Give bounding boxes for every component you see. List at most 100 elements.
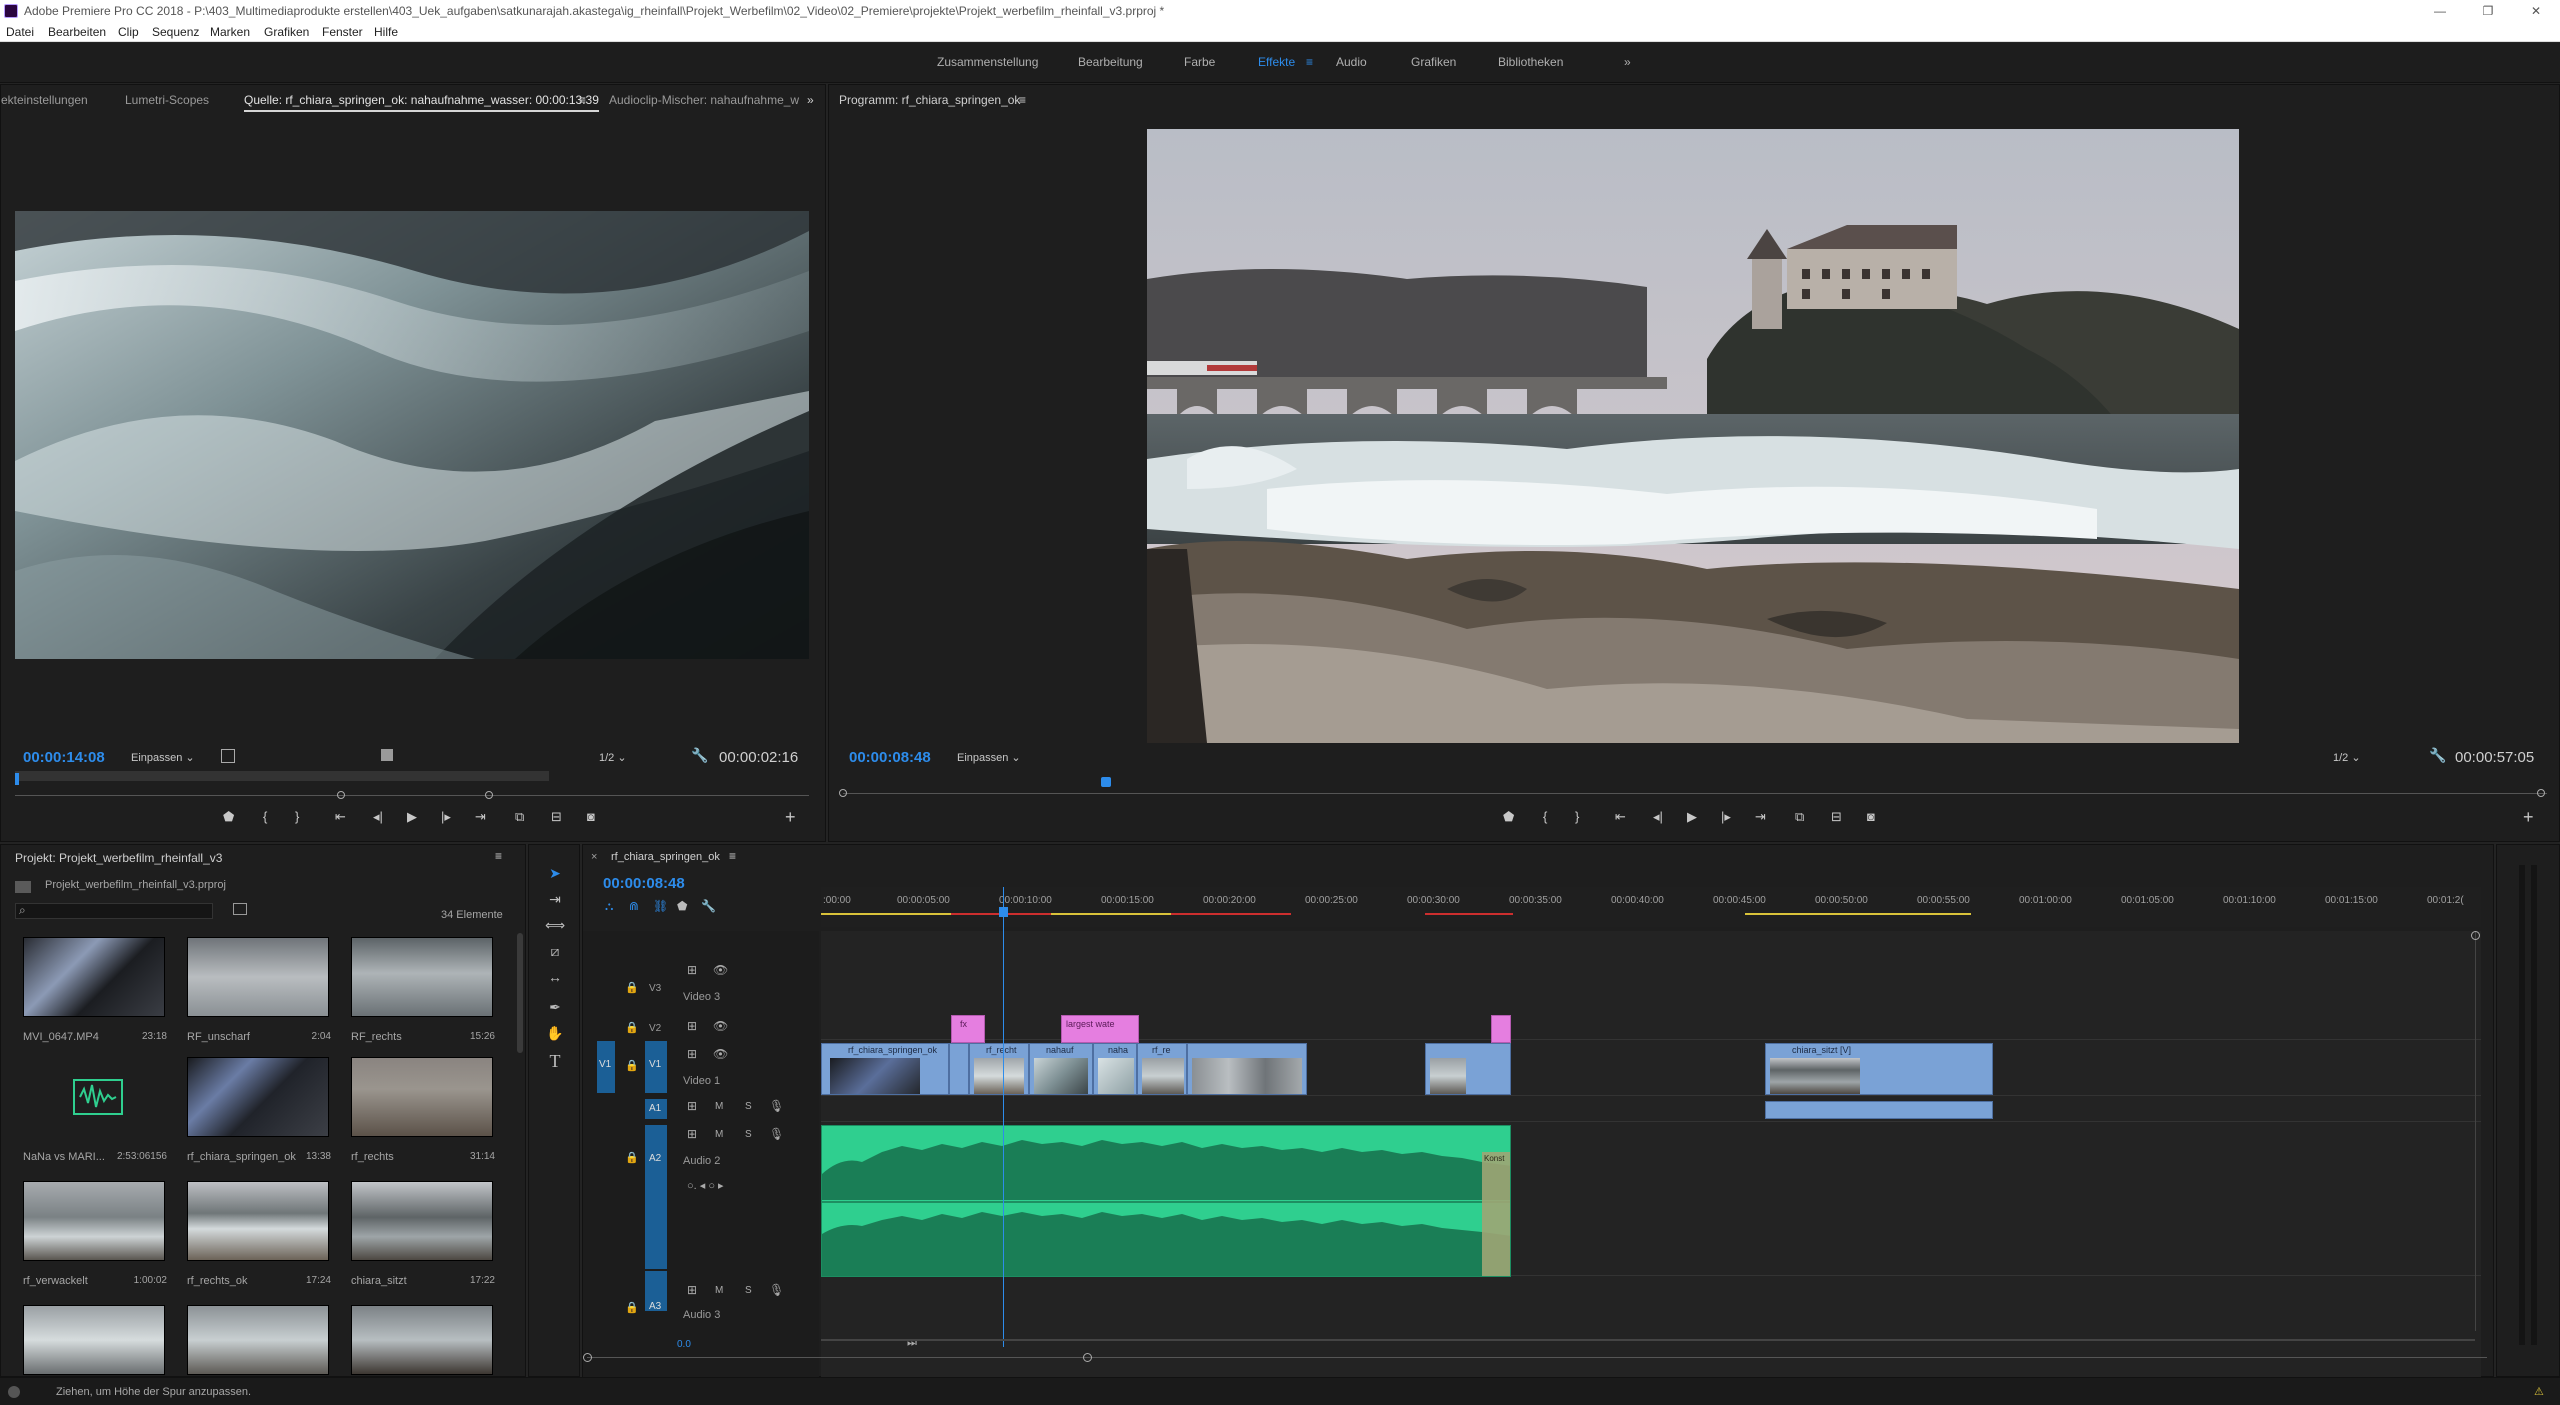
panel-menu-icon[interactable]: ≡	[579, 93, 586, 107]
audio-zoom-value[interactable]: 0.0	[677, 1339, 691, 1350]
eye-icon[interactable]: 👁	[713, 963, 728, 977]
eye-icon[interactable]: 👁	[713, 1019, 728, 1033]
source-zoom-handle-right[interactable]	[485, 791, 493, 799]
snap-icon[interactable]: ⋒	[629, 899, 639, 913]
thumbnail-row4-3[interactable]	[351, 1305, 493, 1375]
workspace-zusammenstellung[interactable]: Zusammenstellung	[937, 55, 1038, 69]
project-menu-icon[interactable]: ≡	[495, 849, 502, 863]
workspace-grafiken[interactable]: Grafiken	[1411, 55, 1456, 69]
a2-audio-clip[interactable]: Konst	[821, 1125, 1511, 1277]
mute-button[interactable]: M	[715, 1129, 723, 1140]
program-go-to-out-icon[interactable]: ⇥	[1755, 809, 1766, 825]
program-step-back-icon[interactable]: ◂|	[1653, 809, 1663, 825]
export-frame-icon[interactable]: ◙	[587, 809, 595, 824]
v2-clip-fx[interactable]: fx	[951, 1015, 985, 1043]
workspace-bearbeitung[interactable]: Bearbeitung	[1078, 55, 1143, 69]
workspace-more-icon[interactable]: »	[1624, 55, 1631, 69]
v1-clip-rf-re[interactable]: rf_re	[1137, 1043, 1187, 1095]
timeline-playhead-handle[interactable]	[999, 907, 1008, 917]
source-settings-icon[interactable]	[221, 749, 235, 763]
tab-sequence[interactable]: rf_chiara_springen_ok	[611, 851, 720, 863]
workspace-farbe[interactable]: Farbe	[1184, 55, 1215, 69]
program-resolution-dropdown[interactable]: 1/2 ⌄	[2333, 751, 2361, 764]
close-button[interactable]: ✕	[2516, 0, 2556, 22]
thumbnail-mvi-0647[interactable]	[23, 937, 165, 1017]
v1-clip-late[interactable]	[1425, 1043, 1511, 1095]
project-search-input[interactable]	[15, 903, 213, 919]
program-export-frame-icon[interactable]: ◙	[1867, 809, 1875, 824]
toggle-sync-lock-icon[interactable]: ⊞	[687, 963, 697, 977]
thumbnail-rf-rechts[interactable]	[351, 1057, 493, 1137]
more-tabs-icon[interactable]: »	[807, 93, 814, 107]
menu-clip[interactable]: Clip	[118, 22, 139, 42]
v1-clip-naha[interactable]: naha	[1093, 1043, 1137, 1095]
timeline-playhead[interactable]	[1003, 887, 1004, 1347]
program-zoom-handle-right[interactable]	[2537, 789, 2545, 797]
thumbnail-rf-unscharf[interactable]	[187, 937, 329, 1017]
insert-overlay-icon[interactable]	[381, 749, 393, 761]
thumbnail-rf-rechts-upper[interactable]	[351, 937, 493, 1017]
timeline-zoom-handle-right[interactable]	[1083, 1353, 1092, 1362]
track-target-a2[interactable]	[645, 1125, 667, 1269]
toggle-sync-lock-icon[interactable]: ⊞	[687, 1047, 697, 1061]
source-fit-dropdown[interactable]: Einpassen ⌄	[131, 751, 195, 764]
program-scroll-bar[interactable]	[843, 793, 2547, 794]
program-go-to-in-icon[interactable]: ⇤	[1615, 809, 1626, 825]
v1-clip-chiara-sitzt[interactable]: chiara_sitzt [V]	[1765, 1043, 1993, 1095]
thumbnail-row4-2[interactable]	[187, 1305, 329, 1375]
lock-icon[interactable]: 🔒	[625, 1059, 639, 1072]
program-mark-out-icon[interactable]: }	[1575, 809, 1579, 824]
track-select-tool-icon[interactable]: ⇥	[544, 888, 566, 910]
workspace-bibliotheken[interactable]: Bibliotheken	[1498, 55, 1563, 69]
go-to-in-icon[interactable]: ⇤	[335, 809, 346, 825]
microphone-icon[interactable]: 🎙	[769, 1099, 784, 1113]
thumbnail-nana-audio[interactable]	[23, 1057, 165, 1137]
tab-source[interactable]: Quelle: rf_chiara_springen_ok: nahaufnah…	[244, 93, 599, 112]
toggle-sync-lock-icon[interactable]: ⊞	[687, 1099, 697, 1113]
source-in-out-bar[interactable]	[15, 771, 549, 781]
minimize-button[interactable]: —	[2420, 0, 2460, 22]
add-marker-icon[interactable]: ⬟	[223, 809, 234, 825]
project-scrollbar[interactable]	[517, 933, 523, 1053]
wrench-icon[interactable]: 🔧	[691, 747, 708, 764]
v1-clip-chiara-springen[interactable]: rf_chiara_springen_ok	[821, 1043, 949, 1095]
menu-datei[interactable]: Datei	[6, 22, 34, 42]
a1-clip-chiara-sitzt[interactable]	[1765, 1101, 1993, 1119]
microphone-icon[interactable]: 🎙	[769, 1127, 784, 1141]
v1-clip-nahaufnahme[interactable]: nahauf	[1029, 1043, 1093, 1095]
lift-icon[interactable]: ⧉	[1795, 809, 1804, 825]
razor-tool-icon[interactable]: ⧄	[544, 940, 566, 962]
linked-selection-icon[interactable]: ⛓	[653, 899, 668, 913]
thumbnail-rf-rechts-ok[interactable]	[187, 1181, 329, 1261]
mark-in-icon[interactable]: {	[263, 809, 267, 824]
workspace-menu-icon[interactable]: ≡	[1306, 55, 1313, 69]
extract-icon[interactable]: ⊟	[1831, 809, 1842, 825]
overwrite-icon[interactable]: ⊟	[551, 809, 562, 825]
tab-program[interactable]: Programm: rf_chiara_springen_ok	[839, 93, 1020, 107]
microphone-icon[interactable]: 🎙	[769, 1283, 784, 1297]
program-button-editor-icon[interactable]: +	[2523, 807, 2534, 828]
pen-tool-icon[interactable]: ✒	[544, 996, 566, 1018]
keyframe-nav-icon[interactable]: ○. ◂ ○ ▸	[687, 1179, 724, 1192]
warning-icon[interactable]: ⚠	[2534, 1378, 2544, 1405]
program-add-marker-icon[interactable]: ⬟	[1503, 809, 1514, 825]
v1-clip-group[interactable]	[1187, 1043, 1307, 1095]
program-playhead[interactable]	[1101, 777, 1111, 787]
lock-icon[interactable]: 🔒	[625, 1151, 639, 1164]
vertical-scroll-bar[interactable]	[2475, 931, 2476, 1331]
solo-button[interactable]: S	[745, 1101, 752, 1112]
menu-marken[interactable]: Marken	[210, 22, 250, 42]
button-editor-icon[interactable]: +	[785, 807, 796, 828]
lock-icon[interactable]: 🔒	[625, 1021, 639, 1034]
workspace-effekte[interactable]: Effekte	[1258, 55, 1295, 69]
program-step-forward-icon[interactable]: |▸	[1721, 809, 1731, 825]
source-current-timecode[interactable]: 00:00:14:08	[23, 749, 105, 766]
toggle-sync-lock-icon[interactable]: ⊞	[687, 1283, 697, 1297]
tab-audioclip-mischer[interactable]: Audioclip-Mischer: nahaufnahme_w	[609, 93, 799, 107]
lock-icon[interactable]: 🔒	[625, 1301, 639, 1314]
menu-sequenz[interactable]: Sequenz	[152, 22, 199, 42]
program-wrench-icon[interactable]: 🔧	[2429, 747, 2446, 764]
sequence-menu-icon[interactable]: ≡	[729, 849, 736, 863]
program-current-timecode[interactable]: 00:00:08:48	[849, 749, 931, 766]
step-back-icon[interactable]: ◂|	[373, 809, 383, 825]
